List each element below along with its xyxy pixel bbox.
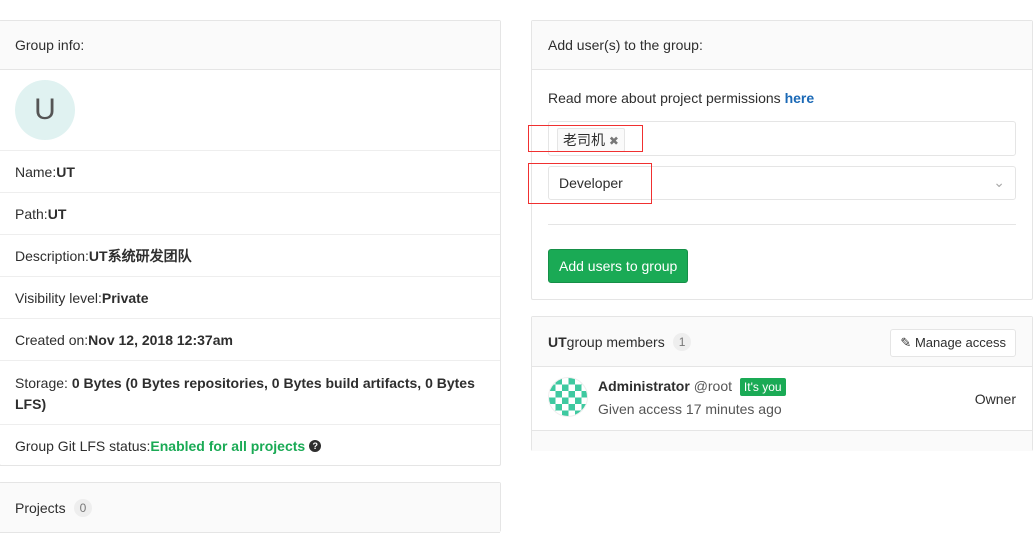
member-avatar: [548, 377, 588, 417]
help-icon[interactable]: ?: [309, 440, 322, 452]
add-users-panel: Add user(s) to the group: Read more abou…: [528, 20, 1033, 300]
info-description: Description: UT系统研发团队: [0, 235, 500, 277]
manage-access-button[interactable]: ✎ Manage access: [890, 329, 1016, 357]
info-path: Path: UT: [0, 193, 500, 235]
members-group-name: UT: [548, 333, 567, 350]
info-name: Name: UT: [0, 151, 500, 193]
info-lfs: Group Git LFS status: Enabled for all pr…: [0, 425, 500, 467]
group-info-title: Group info:: [15, 37, 85, 53]
info-visibility: Visibility level: Private: [0, 277, 500, 319]
divider: [548, 224, 1016, 225]
permissions-text: Read more about project permissions here: [548, 90, 815, 106]
members-title: group members: [566, 333, 665, 350]
group-info-panel: Group info: U Name: UT Path: UT Descript…: [0, 20, 501, 466]
member-access-time: Given access 17 minutes ago: [598, 401, 782, 417]
members-footer: [532, 431, 1032, 451]
members-panel: UT group members 1 ✎ Manage access Admini…: [531, 316, 1033, 451]
projects-title: Projects: [15, 499, 66, 516]
highlight-box-user: [528, 125, 643, 152]
add-users-button[interactable]: Add users to group: [548, 249, 689, 283]
projects-count: 0: [73, 498, 93, 517]
group-avatar: U: [15, 80, 75, 140]
edit-icon: ✎: [900, 335, 912, 350]
permissions-link[interactable]: here: [785, 90, 815, 106]
chevron-down-icon: ⌄: [993, 174, 1005, 190]
lfs-status-link[interactable]: Enabled for all projects: [150, 438, 305, 454]
add-users-title: Add user(s) to the group:: [548, 37, 703, 53]
member-row: Administrator @root It's you Given acces…: [532, 367, 1032, 431]
member-username: @root: [693, 378, 733, 394]
highlight-box-role: [528, 163, 652, 204]
member-role: Owner: [974, 391, 1016, 407]
projects-panel: Projects 0: [0, 482, 501, 533]
members-count: 1: [672, 332, 692, 351]
its-you-badge: It's you: [739, 378, 786, 396]
info-created: Created on: Nov 12, 2018 12:37am: [0, 319, 500, 361]
info-storage: Storage: 0 Bytes (0 Bytes repositories, …: [0, 361, 500, 425]
member-name[interactable]: Administrator: [598, 378, 690, 394]
